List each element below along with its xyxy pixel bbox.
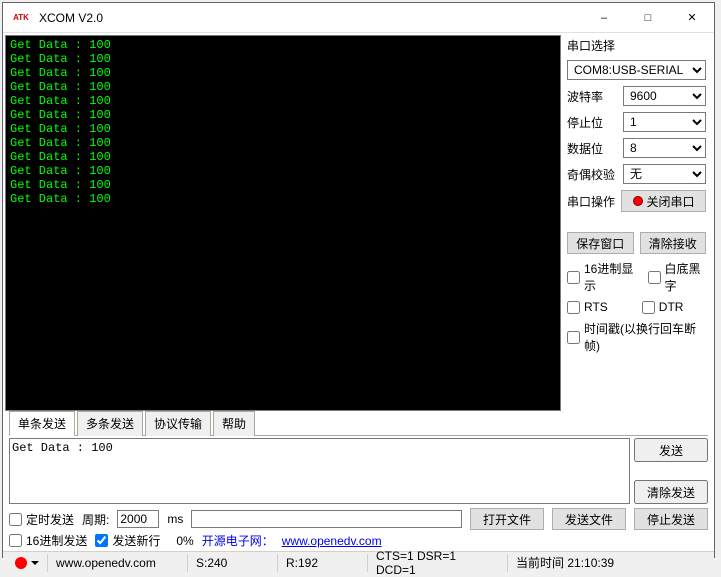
timestamp-checkbox[interactable]: 时间戳(以换行回车断帧) [567,320,706,354]
terminal-output[interactable]: Get Data : 100 Get Data : 100 Get Data :… [5,35,561,411]
stop-send-button[interactable]: 停止发送 [634,508,708,530]
minimize-button[interactable]: – [582,3,626,33]
send-area: 发送 清除发送 [9,438,708,504]
status-indicator [7,554,48,572]
dtr-checkbox[interactable]: DTR [642,300,684,314]
app-window: ATK XCOM V2.0 – □ ✕ Get Data : 100 Get D… [2,2,715,558]
tab-protocol[interactable]: 协议传输 [145,411,211,436]
white-black-checkbox[interactable]: 白底黑字 [648,260,707,294]
port-toggle-button[interactable]: 关闭串口 [621,190,706,212]
window-title: XCOM V2.0 [39,11,582,25]
stop-select[interactable]: 1 [623,112,706,132]
status-site: www.openedv.com [48,554,188,572]
app-icon: ATK [9,6,33,30]
hex-display-checkbox[interactable]: 16进制显示 [567,260,638,294]
op-label: 串口操作 [567,193,615,210]
record-icon [633,196,643,206]
clear-send-button[interactable]: 清除发送 [634,480,708,504]
open-file-button[interactable]: 打开文件 [470,508,544,530]
send-newline-checkbox[interactable]: 发送新行 [95,532,160,549]
rts-checkbox[interactable]: RTS [567,300,608,314]
send-input[interactable] [9,438,630,504]
tab-multi-send[interactable]: 多条发送 [77,411,143,436]
status-bar: www.openedv.com S:240 R:192 CTS=1 DSR=1 … [3,551,714,573]
parity-select[interactable]: 无 [623,164,706,184]
progress-pct: 0% [176,534,193,548]
send-tabs: 单条发送 多条发送 协议传输 帮助 [9,411,708,436]
period-input[interactable] [117,510,159,528]
link-label: 开源电子网： [202,532,274,549]
period-unit: ms [167,512,183,526]
clear-recv-button[interactable]: 清除接收 [640,232,707,254]
save-window-button[interactable]: 保存窗口 [567,232,634,254]
hex-send-checkbox[interactable]: 16进制发送 [9,532,87,549]
send-button[interactable]: 发送 [634,438,708,462]
status-signals: CTS=1 DSR=1 DCD=1 [368,554,508,572]
data-label: 数据位 [567,140,617,157]
timed-send-checkbox[interactable]: 定时发送 [9,511,74,528]
period-label: 周期: [82,511,109,528]
send-file-button[interactable]: 发送文件 [552,508,626,530]
tab-help[interactable]: 帮助 [213,411,255,436]
close-button[interactable]: ✕ [670,3,714,33]
upper-area: Get Data : 100 Get Data : 100 Get Data :… [3,33,714,409]
options-row-2: 16进制发送 发送新行 0% 开源电子网： www.openedv.com [9,532,708,549]
port-select[interactable]: COM8:USB-SERIAL [567,60,706,80]
status-sent: S:240 [188,554,278,572]
status-time: 当前时间 21:10:39 [508,554,622,572]
titlebar: ATK XCOM V2.0 – □ ✕ [3,3,714,33]
content-area: Get Data : 100 Get Data : 100 Get Data :… [3,33,714,573]
status-dot-icon [15,557,27,569]
maximize-button[interactable]: □ [626,3,670,33]
file-path-input[interactable] [191,510,462,528]
data-select[interactable]: 8 [623,138,706,158]
serial-panel: 串口选择 COM8:USB-SERIAL 波特率 9600 停止位 1 数据位 … [563,33,714,409]
stop-label: 停止位 [567,114,617,131]
website-link[interactable]: www.openedv.com [282,534,382,548]
tab-single-send[interactable]: 单条发送 [9,411,75,436]
status-recv: R:192 [278,554,368,572]
baud-select[interactable]: 9600 [623,86,706,106]
baud-label: 波特率 [567,88,617,105]
parity-label: 奇偶校验 [567,166,617,183]
dropdown-icon [31,561,39,565]
options-row-1: 定时发送 周期: ms 打开文件 发送文件 停止发送 [9,508,708,530]
serial-section-label: 串口选择 [567,37,706,54]
